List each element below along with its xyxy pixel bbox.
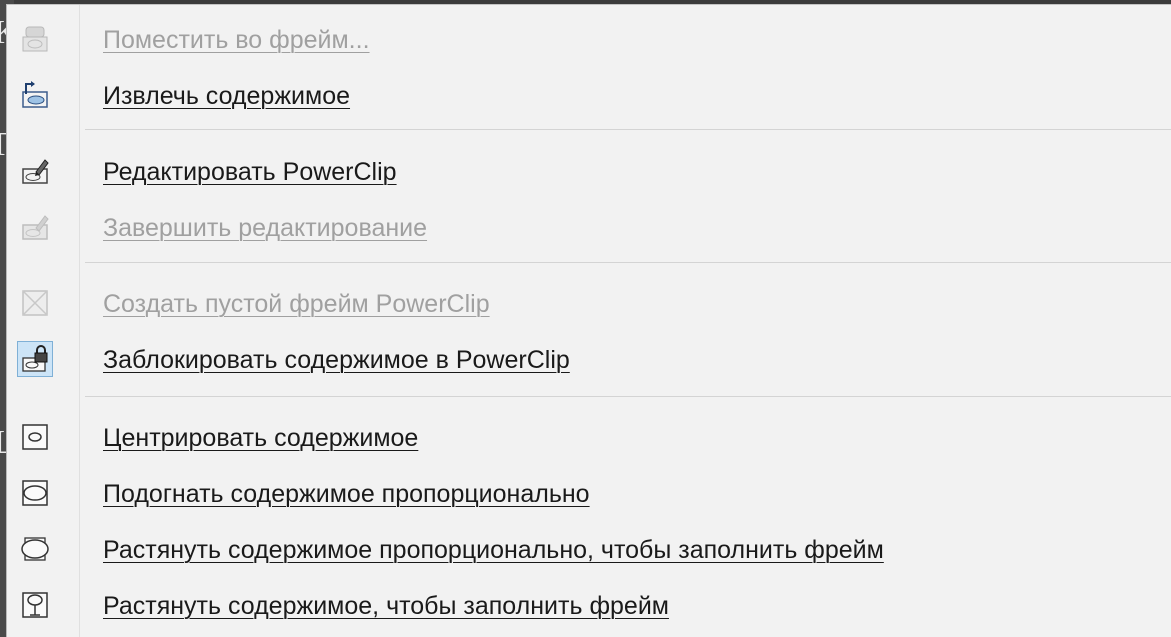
menu-item-center-contents[interactable]: Центрировать содержимое [7, 411, 1171, 465]
menu-item-label: Растянуть содержимое пропорционально, чт… [103, 536, 884, 564]
finish-editing-icon [17, 209, 53, 245]
powerclip-context-menu: Поместить во фрейм... Извлечь содержимое… [6, 4, 1171, 637]
menu-item-lock-contents[interactable]: Заблокировать содержимое в PowerClip [7, 333, 1171, 387]
menu-item-label: Подогнать содержимое пропорционально [103, 480, 590, 508]
center-contents-icon [17, 419, 53, 455]
menu-item-label: Завершить редактирование [103, 214, 428, 242]
menu-item-label: Растянуть содержимое, чтобы заполнить фр… [103, 592, 669, 620]
menu-separator [85, 262, 1171, 263]
menu-item-extract-contents[interactable]: Извлечь содержимое [7, 69, 1171, 123]
menu-item-label: Создать пустой фрейм PowerClip [103, 290, 490, 318]
menu-separator [85, 396, 1171, 397]
menu-item-label: Редактировать PowerClip [103, 158, 397, 186]
fill-proportionally-icon [17, 531, 53, 567]
menu-item-place-inside-frame[interactable]: Поместить во фрейм... [7, 13, 1171, 67]
fit-proportionally-icon [17, 475, 53, 511]
menu-item-label: Поместить во фрейм... [103, 26, 370, 54]
extract-contents-icon [17, 77, 53, 113]
menu-item-fill-proportionally[interactable]: Растянуть содержимое пропорционально, чт… [7, 523, 1171, 577]
empty-powerclip-frame-icon [17, 285, 53, 321]
edit-powerclip-icon [17, 153, 53, 189]
menu-item-finish-editing[interactable]: Завершить редактирование [7, 201, 1171, 255]
lock-contents-icon [17, 341, 53, 377]
menu-item-stretch-to-fill[interactable]: Растянуть содержимое, чтобы заполнить фр… [7, 579, 1171, 633]
menu-item-fit-proportionally[interactable]: Подогнать содержимое пропорционально [7, 467, 1171, 521]
menu-item-label: Центрировать содержимое [103, 424, 419, 452]
menu-item-label: Извлечь содержимое [103, 82, 351, 110]
menu-item-edit-powerclip[interactable]: Редактировать PowerClip [7, 145, 1171, 199]
stretch-to-fill-icon [17, 587, 53, 623]
place-inside-frame-icon [17, 21, 53, 57]
menu-separator [85, 129, 1171, 130]
menu-item-create-empty-frame[interactable]: Создать пустой фрейм PowerClip [7, 277, 1171, 331]
menu-item-label: Заблокировать содержимое в PowerClip [103, 346, 570, 374]
